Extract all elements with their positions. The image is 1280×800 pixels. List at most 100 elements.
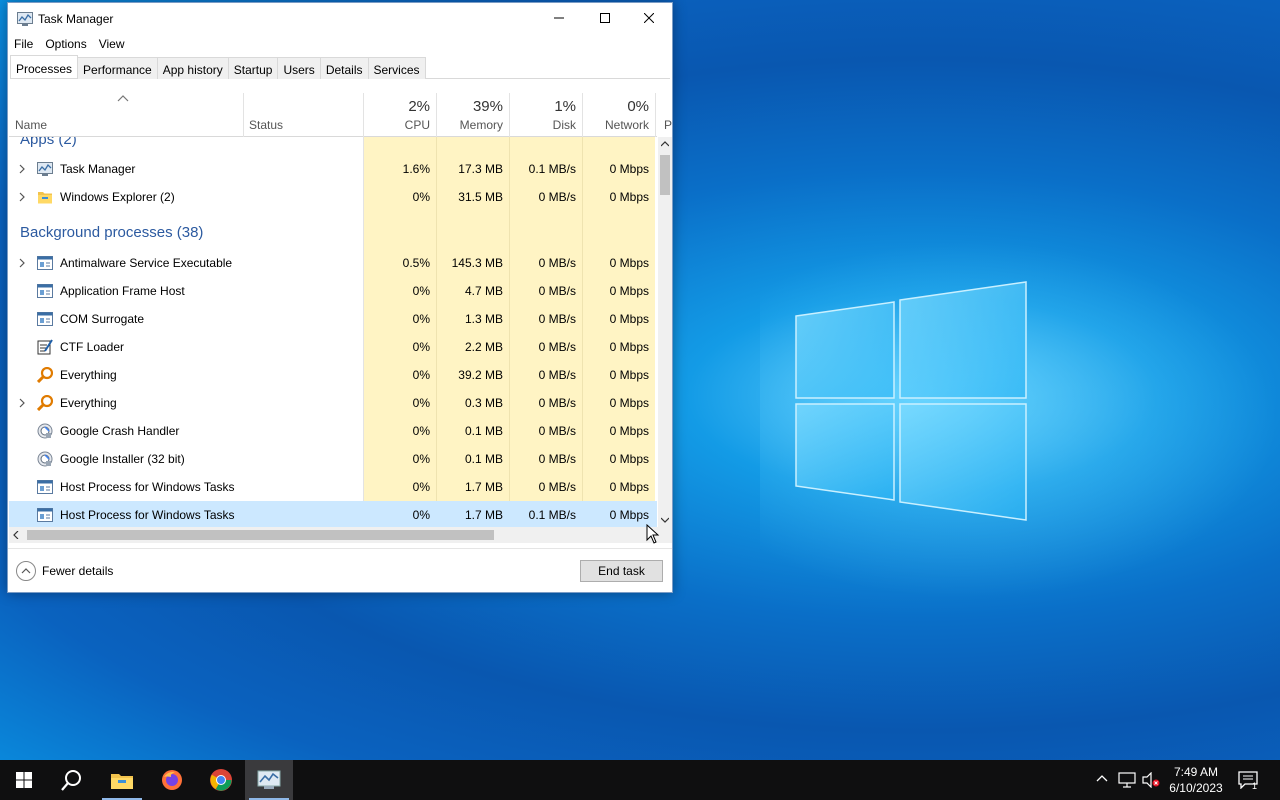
menu-view[interactable]: View — [93, 35, 131, 55]
process-row[interactable]: Host Process for Windows Tasks 0% 1.7 MB 0.… — [9, 501, 657, 527]
sort-ascending-icon — [117, 95, 129, 102]
process-name: CTF Loader — [60, 340, 125, 354]
tab-startup[interactable]: Startup — [227, 57, 279, 79]
network-icon[interactable] — [1118, 772, 1136, 788]
column-cpu[interactable]: 2% CPU — [363, 93, 436, 137]
volume-muted-icon[interactable] — [1142, 772, 1160, 788]
process-row[interactable]: Everything 0% 0.3 MB 0 MB/s 0 Mbps — [9, 389, 657, 417]
column-disk[interactable]: 1% Disk — [509, 93, 582, 137]
process-name: COM Surrogate — [60, 312, 145, 326]
column-network[interactable]: 0% Network — [582, 93, 655, 137]
taskbar-search-button[interactable] — [48, 760, 96, 800]
group-header-apps[interactable]: Apps (2) — [20, 137, 77, 148]
process-row[interactable]: Host Process for Windows Tasks 0% 1.7 MB 0 … — [9, 473, 657, 501]
tab-processes[interactable]: Processes — [10, 55, 79, 78]
menu-options[interactable]: Options — [39, 35, 92, 55]
search-magnifier-icon — [36, 366, 54, 384]
ctf-icon — [37, 339, 53, 355]
taskbar-firefox[interactable] — [148, 760, 196, 800]
expand-chevron-icon[interactable] — [17, 257, 27, 268]
task-manager-window: Task Manager File Options View Processes… — [7, 2, 673, 593]
process-row[interactable]: CTF Loader 0% 2.2 MB 0 MB/s 0 Mbps — [9, 333, 657, 361]
show-hidden-icons-chevron-icon[interactable] — [1096, 774, 1108, 782]
expand-chevron-icon[interactable] — [17, 163, 27, 174]
column-memory[interactable]: 39% Memory — [436, 93, 509, 137]
process-row[interactable]: Antimalware Service Executable 0.5% 145.3 … — [9, 249, 657, 277]
window-title: Task Manager — [38, 12, 114, 26]
process-row[interactable]: Google Crash Handler 0% 0.1 MB 0 MB/s 0 Mbps — [9, 417, 657, 445]
scroll-up-icon[interactable] — [661, 141, 669, 147]
process-memory: 145.3 MB — [451, 256, 503, 270]
column-power[interactable]: P — [657, 93, 672, 137]
process-row[interactable]: Task Manager 1.6% 17.3 MB 0.1 MB/s 0 Mbps — [9, 155, 657, 183]
service-icon — [37, 507, 53, 523]
title-bar[interactable]: Task Manager — [8, 3, 672, 33]
process-cpu: 0% — [412, 396, 430, 410]
tab-app-history[interactable]: App history — [156, 57, 229, 79]
tab-users[interactable]: Users — [277, 57, 321, 79]
process-name: Task Manager — [60, 162, 136, 176]
clock[interactable]: 7:49 AM 6/10/2023 — [1162, 764, 1230, 796]
process-name: Host Process for Windows Tasks — [60, 508, 235, 522]
vertical-scrollbar[interactable] — [658, 137, 672, 527]
taskbar-chrome[interactable] — [197, 760, 245, 800]
process-disk: 0.1 MB/s — [528, 162, 576, 176]
horizontal-scroll-thumb[interactable] — [27, 530, 494, 540]
maximize-icon — [600, 13, 610, 23]
process-name: Host Process for Windows Tasks — [60, 480, 235, 494]
process-network: 0 Mbps — [609, 368, 649, 382]
process-row[interactable]: COM Surrogate 0% 1.3 MB 0 MB/s 0 Mbps — [9, 305, 657, 333]
group-header-background[interactable]: Background processes (38) — [20, 224, 203, 241]
minimize-icon — [554, 17, 564, 19]
expand-chevron-icon[interactable] — [17, 191, 27, 202]
process-network: 0 Mbps — [609, 312, 649, 326]
task-manager-icon — [257, 770, 281, 789]
taskbar-task-manager[interactable] — [245, 760, 293, 800]
horizontal-scrollbar[interactable] — [9, 527, 672, 543]
scroll-down-icon[interactable] — [661, 517, 669, 523]
end-task-button[interactable]: End task — [580, 560, 663, 582]
tab-services[interactable]: Services — [367, 57, 426, 79]
start-button[interactable] — [0, 760, 48, 800]
tab-details[interactable]: Details — [319, 57, 369, 79]
process-cpu: 0.5% — [402, 256, 430, 270]
service-icon — [37, 479, 53, 495]
tab-performance[interactable]: Performance — [77, 57, 158, 79]
google-updater-icon — [37, 423, 53, 439]
process-network: 0 Mbps — [609, 480, 649, 494]
search-magnifier-icon — [36, 394, 54, 412]
taskbar: 7:49 AM 6/10/2023 1 — [0, 760, 1280, 800]
process-cpu: 0% — [412, 452, 430, 466]
process-row[interactable]: Application Frame Host 0% 4.7 MB 0 MB/s 0 Mb… — [9, 277, 657, 305]
maximize-button[interactable] — [582, 3, 628, 33]
process-memory: 2.2 MB — [464, 340, 503, 354]
process-memory: 0.1 MB — [464, 452, 503, 466]
process-name: Antimalware Service Executable — [60, 256, 233, 270]
process-name: Windows Explorer (2) — [60, 190, 175, 204]
fewer-details-button[interactable]: Fewer details — [16, 561, 113, 581]
minimize-button[interactable] — [536, 3, 582, 33]
process-disk: 0 MB/s — [538, 368, 576, 382]
vertical-scroll-thumb[interactable] — [660, 155, 670, 195]
menu-file[interactable]: File — [8, 35, 39, 55]
expand-chevron-icon[interactable] — [17, 397, 27, 408]
column-status[interactable]: Status — [243, 93, 363, 137]
scroll-left-icon[interactable] — [13, 531, 19, 539]
process-cpu: 1.6% — [402, 162, 430, 176]
process-memory: 1.3 MB — [464, 312, 503, 326]
firefox-icon — [162, 770, 182, 790]
footer: Fewer details End task — [8, 548, 672, 593]
column-name[interactable]: Name — [9, 93, 243, 137]
process-row[interactable]: Google Installer (32 bit) 0% 0.1 MB 0 MB/s 0… — [9, 445, 657, 473]
process-memory: 4.7 MB — [464, 284, 503, 298]
process-network: 0 Mbps — [609, 256, 649, 270]
process-disk: 0 MB/s — [538, 396, 576, 410]
process-row[interactable]: Windows Explorer (2) 0% 31.5 MB 0 MB/s 0 Mbp… — [9, 183, 657, 211]
column-divider[interactable] — [655, 93, 656, 137]
process-disk: 0 MB/s — [538, 424, 576, 438]
taskbar-file-explorer[interactable] — [98, 760, 146, 800]
close-button[interactable] — [626, 3, 672, 33]
process-disk: 0.1 MB/s — [528, 508, 576, 522]
process-row[interactable]: Everything 0% 39.2 MB 0 MB/s 0 Mbps — [9, 361, 657, 389]
process-cpu: 0% — [412, 312, 430, 326]
